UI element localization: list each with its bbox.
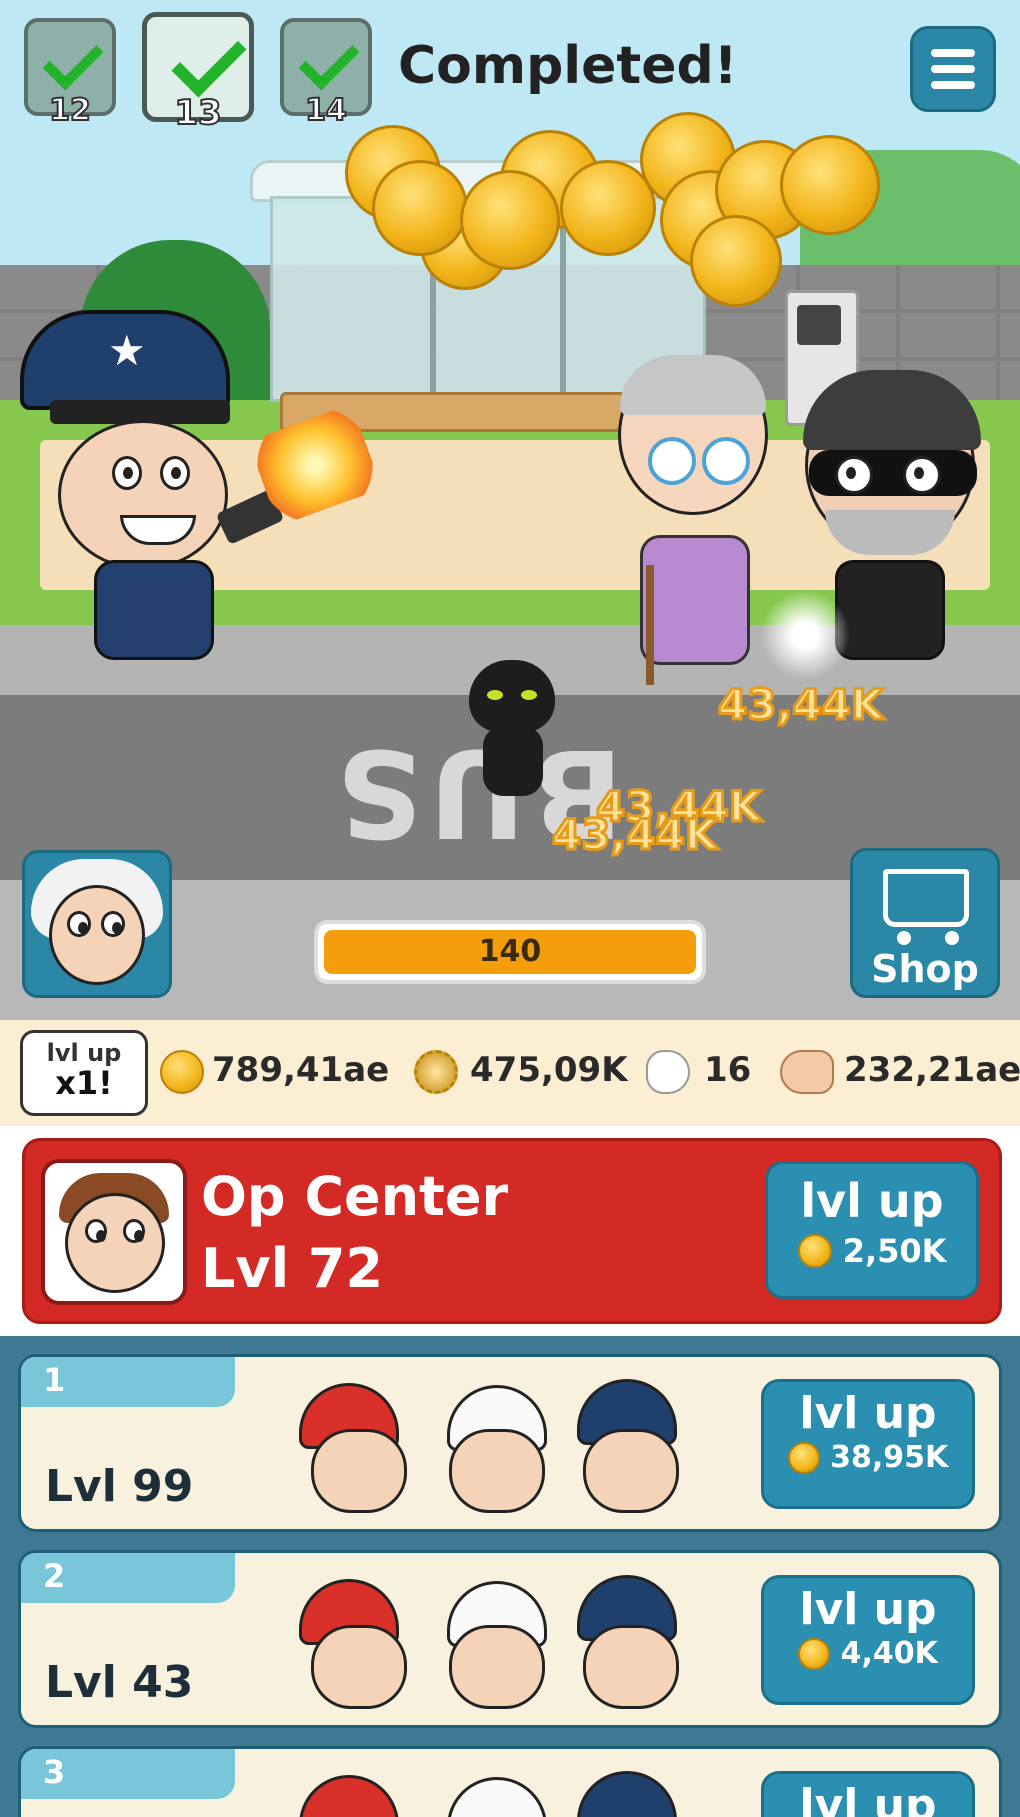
team-row: 1 Lvl 99 lvl up 38,95K	[18, 1354, 1002, 1532]
police-avatar	[583, 1625, 679, 1709]
op-center-level: Lvl 72	[201, 1237, 384, 1300]
coin-icon	[787, 1441, 820, 1474]
menu-button[interactable]	[910, 26, 996, 112]
grandma	[610, 355, 780, 685]
lvl-up-label: lvl up	[800, 1174, 944, 1228]
gear-coin-icon	[414, 1050, 458, 1094]
cat	[465, 650, 560, 800]
progress-value: 140	[478, 934, 542, 969]
shop-label: Shop	[871, 947, 979, 991]
scientist-avatar	[49, 885, 145, 985]
firefighter-avatar	[311, 1625, 407, 1709]
row-index: 2	[43, 1557, 66, 1595]
level-status-text: Completed!	[398, 36, 738, 96]
gems-value: 475,09K	[470, 1050, 628, 1090]
muscle-arm-icon	[780, 1050, 834, 1094]
shopping-cart-icon	[883, 869, 969, 927]
shop-button[interactable]: Shop	[850, 848, 1000, 998]
coin	[780, 135, 880, 235]
cane	[646, 565, 654, 685]
scientist-button[interactable]	[22, 850, 172, 998]
medic-avatar	[449, 1625, 545, 1709]
row-level: Lvl 99	[45, 1461, 194, 1512]
op-center-avatar	[41, 1159, 187, 1305]
progress-bar: 140	[314, 920, 706, 984]
coin	[460, 170, 560, 270]
team-row: 2 Lvl 43 lvl up 4,40K	[18, 1550, 1002, 1728]
op-center-lvl-up-button[interactable]: lvl up 2,50K	[765, 1161, 979, 1299]
row-level: Lvl 43	[45, 1657, 194, 1708]
hit-spark	[760, 590, 850, 680]
row-lvl-up-cost: 4,40K	[840, 1636, 938, 1671]
robber-hat	[803, 370, 981, 450]
policeman: ★	[20, 310, 383, 670]
coin-icon	[160, 1050, 204, 1094]
op-center-card: Op Center Lvl 72 lvl up 2,50K	[22, 1138, 1002, 1324]
coins-value: 789,41ae	[212, 1050, 390, 1090]
star-icon: ★	[108, 326, 146, 375]
level-badge-12[interactable]: 12	[24, 18, 116, 129]
row-lvl-up-button[interactable]: lvl up 38,95K	[761, 1379, 975, 1509]
police-body	[94, 560, 214, 660]
police-avatar	[583, 1429, 679, 1513]
damage-popup: 43,44K	[716, 679, 884, 731]
bubble-line2: x1!	[55, 1064, 113, 1102]
row-lvl-up-button[interactable]: lvl up 4,40K	[761, 1575, 975, 1705]
coin-icon	[798, 1637, 831, 1670]
op-center-name: Op Center	[201, 1165, 509, 1228]
checkmark-icon	[42, 29, 104, 91]
level-badge-13[interactable]: 13	[142, 12, 254, 134]
strength-value: 232,21ae	[844, 1050, 1020, 1090]
level-badge-14[interactable]: 14	[280, 18, 372, 129]
tap-hand-icon	[646, 1050, 690, 1094]
grandma-dress	[640, 535, 750, 665]
row-lvl-up-cost: 38,95K	[830, 1440, 949, 1475]
lvl-up-cost: 2,50K	[842, 1232, 947, 1270]
taps-value: 16	[704, 1050, 752, 1090]
row-index: 3	[43, 1753, 66, 1791]
police-hat-icon	[577, 1771, 677, 1817]
team-row: 3 lvl up	[18, 1746, 1002, 1817]
coin	[372, 160, 468, 256]
game-scene: BUS ★ 43,44K 43,44K 43,44K 12 13 14 Comp…	[0, 0, 1020, 1020]
robber-body	[835, 560, 945, 660]
progress-fill: 140	[324, 930, 696, 974]
police-face	[58, 420, 228, 570]
bubble-line1: lvl up	[46, 1039, 122, 1067]
firefighter-hat-icon	[299, 1775, 399, 1817]
coin-icon	[797, 1234, 832, 1268]
chef-hat-icon	[447, 1777, 547, 1817]
damage-popup: 43,44K	[550, 809, 718, 861]
firefighter-avatar	[311, 1429, 407, 1513]
hamburger-icon	[931, 49, 975, 57]
row-lvl-up-button[interactable]: lvl up	[761, 1771, 975, 1817]
coin	[690, 215, 782, 307]
lvl-up-multiplier-bubble[interactable]: lvl up x1!	[20, 1030, 148, 1116]
medic-avatar	[449, 1429, 545, 1513]
row-index: 1	[43, 1361, 66, 1399]
checkmark-icon	[298, 29, 360, 91]
checkmark-icon	[171, 22, 247, 98]
